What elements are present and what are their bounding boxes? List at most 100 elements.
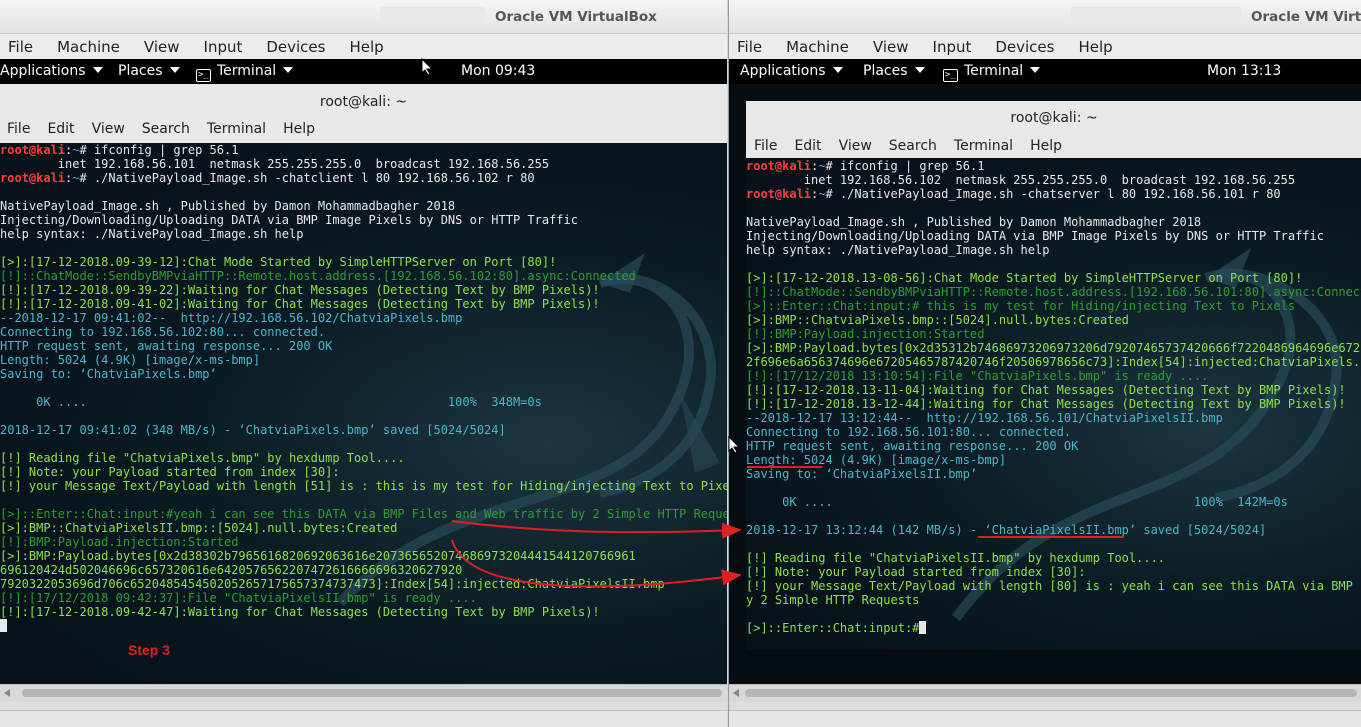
terminal-text: [>]:BMP::ChatviaPixelsII.bmp::[5024].nul… — [0, 521, 398, 535]
scroll-thumb[interactable] — [22, 689, 722, 697]
terminal-line: [!]:BMP:Payload.injection:Started — [0, 535, 727, 549]
scroll-left-icon[interactable] — [4, 689, 10, 697]
horizontal-scrollbar[interactable] — [0, 684, 727, 702]
terminal-text: [>]:[17-12-2018.09-39-12]:Chat Mode Star… — [0, 255, 557, 269]
term-menu-file[interactable]: File — [7, 121, 30, 137]
terminal-line: Connecting to 192.168.56.102:80... conne… — [0, 325, 727, 339]
terminal-line: root@kali:~# ifconfig | grep 56.1 — [746, 159, 1361, 173]
terminal-text: [!]:[17-12-2018.13-11-04]:Waiting for Ch… — [746, 383, 1346, 397]
terminal-line: [>]::Enter::Chat:input:# this is my test… — [746, 299, 1361, 313]
terminal-line: 696120424d502046696c657320616e6420576562… — [0, 563, 727, 577]
menu-view[interactable]: View — [144, 38, 180, 56]
places-menu[interactable]: Places — [118, 63, 180, 79]
menu-help[interactable]: Help — [1078, 38, 1112, 56]
terminal-line: Saving to: ‘ChatviaPixelsII.bmp’ — [746, 467, 1361, 481]
terminal-text: [!] your Message Text/Payload with lengt… — [746, 579, 1361, 593]
terminal-icon: >_ — [196, 69, 211, 82]
gnome-top-bar: Applications Places >_ Terminal Mon 09:43 — [0, 59, 727, 84]
terminal-text: root@kali — [0, 143, 66, 157]
horizontal-scrollbar[interactable] — [729, 684, 1361, 702]
menu-machine[interactable]: Machine — [786, 38, 849, 56]
terminal-app-menu[interactable]: >_ Terminal — [943, 63, 1041, 82]
menu-machine[interactable]: Machine — [57, 38, 120, 56]
terminal-line: [!]:[17/12/2018 13:10:54]:File "ChatviaP… — [746, 369, 1361, 383]
term-menu-edit[interactable]: Edit — [794, 138, 821, 154]
places-label: Places — [863, 63, 908, 79]
terminal-line: [>]:BMP:Payload.bytes[0x2d35312b74686973… — [746, 341, 1361, 355]
menu-input[interactable]: Input — [933, 38, 972, 56]
term-menu-terminal[interactable]: Terminal — [207, 121, 266, 137]
term-menu-edit[interactable]: Edit — [47, 121, 74, 137]
menu-file[interactable]: File — [737, 38, 762, 56]
places-label: Places — [118, 63, 163, 79]
terminal-text: 696120424d502046696c657320616e6420576562… — [0, 563, 463, 577]
virtualbox-window-right: Oracle VM VirtualBox File Machine View I… — [728, 0, 1361, 727]
terminal-line: 2018-12-17 13:12:44 (142 MB/s) - ‘Chatvi… — [746, 523, 1361, 537]
applications-menu[interactable]: Applications — [0, 63, 103, 79]
menu-input[interactable]: Input — [204, 38, 243, 56]
terminal-text: Saving to: ‘ChatviaPixels.bmp’ — [0, 367, 217, 381]
terminal-line: [!] Reading file "ChatviaPixels.bmp" by … — [0, 451, 727, 465]
terminal-text: # ifconfig | grep 56.1 — [825, 159, 985, 173]
clock[interactable]: Mon 09:43 — [461, 63, 535, 79]
terminal-line: root@kali:~# ./NativePayload_Image.sh -c… — [0, 171, 727, 185]
terminal-output[interactable]: root@kali:~# ifconfig | grep 56.1 inet 1… — [746, 158, 1361, 650]
terminal-line: [!] Note: your Payload started from inde… — [0, 465, 727, 479]
menu-view[interactable]: View — [873, 38, 909, 56]
chevron-down-icon — [92, 67, 103, 73]
terminal-text: [!] your Message Text/Payload with lengt… — [0, 479, 727, 493]
terminal-text: [>]::Enter::Chat:input:#yeah i can see t… — [0, 507, 727, 521]
terminal-text: [!] Note: your Payload started from inde… — [0, 465, 340, 479]
term-menu-search[interactable]: Search — [142, 121, 190, 137]
terminal-text: 2018-12-17 13:12:44 (142 MB/s) - ‘Chatvi… — [746, 523, 1267, 537]
terminal-window: root@kali: ~ File Edit View Search Termi… — [0, 84, 727, 684]
menu-devices[interactable]: Devices — [995, 38, 1054, 56]
term-menu-view[interactable]: View — [92, 121, 125, 137]
clock[interactable]: Mon 13:13 — [1207, 63, 1281, 79]
menu-file[interactable]: File — [8, 38, 33, 56]
applications-label: Applications — [0, 63, 86, 79]
scroll-thumb[interactable] — [745, 689, 1357, 697]
chevron-down-icon — [1030, 67, 1041, 73]
term-menu-view[interactable]: View — [839, 138, 872, 154]
term-menu-terminal[interactable]: Terminal — [954, 138, 1013, 154]
terminal-line: --2018-12-17 13:12:44-- http://192.168.5… — [746, 411, 1361, 425]
terminal-line: [!]::ChatMode::SendbyBMPviaHTTP::Remote.… — [0, 269, 727, 283]
menu-help[interactable]: Help — [349, 38, 383, 56]
terminal-text: root@kali — [746, 159, 812, 173]
applications-menu[interactable]: Applications — [740, 63, 843, 79]
terminal-text: [!]:[17-12-2018.09-42-47]:Waiting for Ch… — [0, 605, 600, 619]
terminal-text: [!] Reading file "ChatviaPixels.bmp" by … — [0, 451, 405, 465]
terminal-text: ~ — [818, 159, 826, 173]
places-menu[interactable]: Places — [863, 63, 925, 79]
terminal-text: inet 192.168.56.102 netmask 255.255.255.… — [746, 173, 1296, 187]
terminal-lines: root@kali:~# ifconfig | grep 56.1 inet 1… — [0, 143, 727, 619]
vm-titlebar[interactable]: Oracle VM VirtualBox — [0, 0, 727, 34]
chevron-down-icon — [283, 67, 294, 73]
terminal-text: --2018-12-17 09:41:02-- http://192.168.5… — [0, 311, 463, 325]
terminal-line: [!]:[17-12-2018.09-39-22]:Waiting for Ch… — [0, 283, 727, 297]
terminal-app-menu[interactable]: >_ Terminal — [196, 63, 294, 82]
term-menu-file[interactable]: File — [754, 138, 777, 154]
term-menu-search[interactable]: Search — [889, 138, 937, 154]
chevron-down-icon — [914, 67, 925, 73]
terminal-text: Length: 5024 (4.9K) [image/x-ms-bmp] — [746, 453, 1007, 467]
terminal-text: [!] Note: your Payload started from inde… — [746, 565, 1086, 579]
terminal-line: [>]::Enter::Chat:input:#yeah i can see t… — [0, 507, 727, 521]
terminal-output[interactable]: root@kali:~# ifconfig | grep 56.1 inet 1… — [0, 143, 727, 684]
menu-devices[interactable]: Devices — [266, 38, 325, 56]
terminal-line: --2018-12-17 09:41:02-- http://192.168.5… — [0, 311, 727, 325]
terminal-line: 2f696e6a656374696e67205465787420746f2050… — [746, 355, 1361, 369]
terminal-line: Saving to: ‘ChatviaPixels.bmp’ — [0, 367, 727, 381]
scroll-left-icon[interactable] — [733, 689, 739, 697]
terminal-text: [!]:[17/12/2018 09:42:37]:File "ChatviaP… — [0, 591, 477, 605]
terminal-line: [!]:[17-12-2018.13-11-04]:Waiting for Ch… — [746, 383, 1361, 397]
term-menu-help[interactable]: Help — [1030, 138, 1062, 154]
vm-titlebar[interactable]: Oracle VM VirtualBox — [729, 0, 1361, 34]
term-menu-help[interactable]: Help — [283, 121, 315, 137]
terminal-text: 0K .... 100% 348M=0s — [0, 395, 542, 409]
terminal-text: 2f696e6a656374696e67205465787420746f2050… — [746, 355, 1361, 369]
